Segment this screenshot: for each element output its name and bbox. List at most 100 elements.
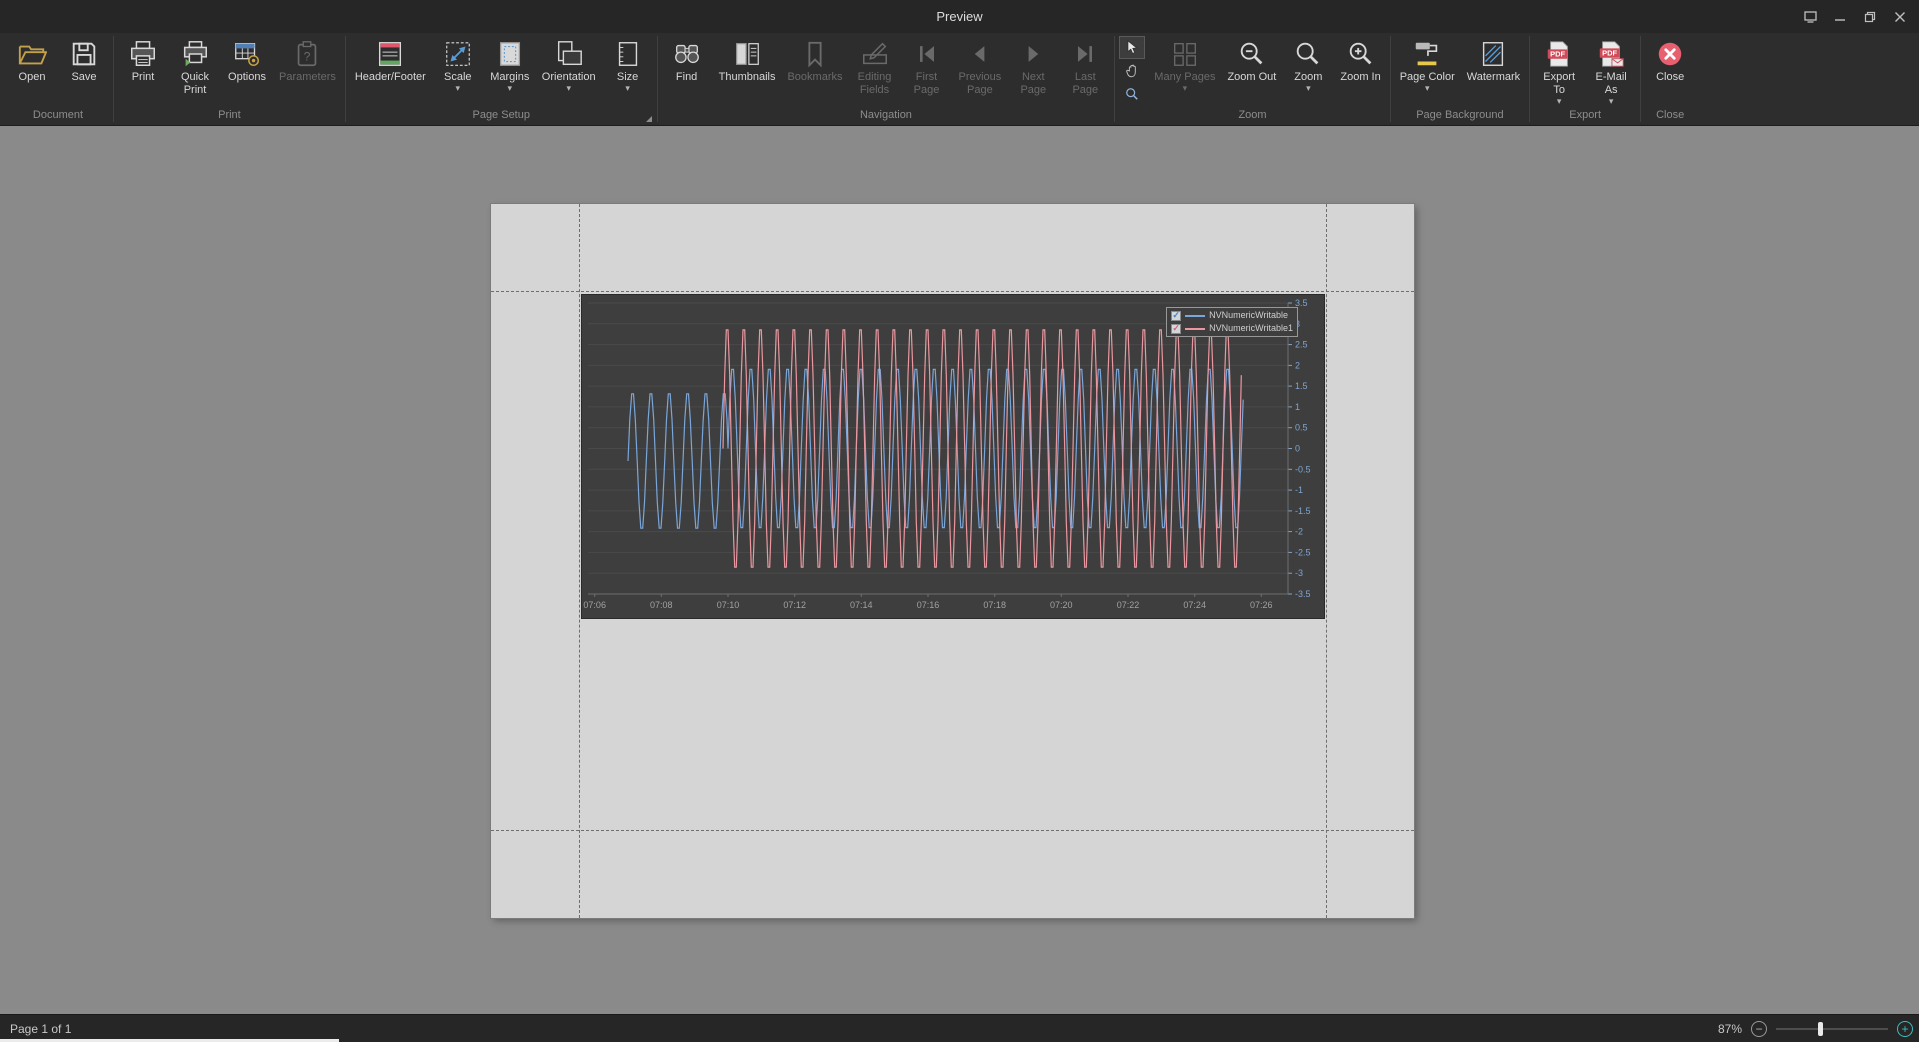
- titlebar: Preview: [0, 0, 1919, 33]
- zoom-out-button[interactable]: Zoom Out: [1221, 35, 1282, 84]
- thumbnails-button[interactable]: Thumbnails: [713, 35, 782, 84]
- ribbon-group-document: Open Save Document: [4, 33, 112, 125]
- page-color-icon: [1412, 37, 1442, 71]
- header-footer-label: Header/Footer: [355, 71, 426, 84]
- next-page-button: Next Page: [1007, 35, 1059, 97]
- zoom-in-button[interactable]: Zoom In: [1334, 35, 1386, 84]
- watermark-label: Watermark: [1467, 71, 1520, 84]
- ribbon-separator: [1390, 36, 1391, 122]
- page-indicator: Page 1 of 1: [0, 1022, 71, 1036]
- magnifier-icon: [1125, 87, 1139, 101]
- ribbon-separator: [657, 36, 658, 122]
- group-label-page-setup: Page Setup: [349, 108, 654, 125]
- hand-tool-button[interactable]: [1119, 59, 1145, 82]
- status-zoom-out-button[interactable]: −: [1751, 1021, 1767, 1037]
- page-color-button[interactable]: Page Color ▾: [1394, 35, 1461, 92]
- parameters-label: Parameters: [279, 71, 336, 84]
- right-margin-guide: [1326, 204, 1327, 918]
- pointer-tool-button[interactable]: [1119, 36, 1145, 59]
- ribbon-group-close: Close Close: [1642, 33, 1698, 125]
- svg-text:1: 1: [1295, 402, 1300, 412]
- svg-text:0: 0: [1295, 444, 1300, 454]
- status-zoom-in-button[interactable]: +: [1897, 1021, 1913, 1037]
- pointer-tools: [1119, 36, 1145, 105]
- print-label: Print: [132, 71, 155, 84]
- svg-text:07:06: 07:06: [583, 600, 606, 610]
- magnifier-tool-button[interactable]: [1119, 82, 1145, 105]
- find-icon: [672, 37, 702, 71]
- previous-page-label: Previous Page: [959, 71, 1002, 97]
- size-icon: [613, 37, 643, 71]
- options-button[interactable]: Options: [221, 35, 273, 84]
- email-as-label: E-Mail As: [1596, 71, 1627, 97]
- legend-checkbox[interactable]: ✓: [1171, 324, 1181, 334]
- left-margin-guide: [579, 204, 580, 918]
- document-page: 3.532.521.510.50-0.5-1-1.5-2-2.5-3-3.507…: [491, 204, 1414, 918]
- previous-page-button: Previous Page: [953, 35, 1008, 97]
- group-label-zoom: Zoom: [1118, 108, 1386, 125]
- zoom-icon: [1293, 37, 1323, 71]
- margins-icon: [495, 37, 525, 71]
- options-label: Options: [228, 71, 266, 84]
- legend-checkbox[interactable]: ✓: [1171, 311, 1181, 321]
- ribbon-separator: [1529, 36, 1530, 122]
- ribbon-group-zoom: Many Pages ▾ Zoom Out Zoom ▾: [1116, 33, 1388, 125]
- zoom-slider-thumb[interactable]: [1818, 1022, 1823, 1036]
- open-button[interactable]: Open: [6, 35, 58, 84]
- zoom-button[interactable]: Zoom ▾: [1282, 35, 1334, 92]
- legend-item[interactable]: ✓ NVNumericWritable: [1171, 310, 1293, 321]
- last-page-label: Last Page: [1072, 71, 1098, 97]
- size-button[interactable]: Size ▾: [602, 35, 654, 92]
- open-label: Open: [19, 71, 46, 84]
- parameters-button: ? Parameters: [273, 35, 342, 84]
- minimize-button[interactable]: [1825, 4, 1855, 30]
- save-icon: [69, 37, 99, 71]
- svg-text:PDF: PDF: [1602, 49, 1617, 58]
- email-as-button[interactable]: PDF E-Mail As ▾: [1585, 35, 1637, 105]
- editing-fields-label: Editing Fields: [858, 71, 892, 97]
- first-page-label: First Page: [914, 71, 940, 97]
- close-preview-button[interactable]: Close: [1644, 35, 1696, 84]
- find-button[interactable]: Find: [661, 35, 713, 84]
- watermark-button[interactable]: Watermark: [1461, 35, 1526, 84]
- svg-text:-2: -2: [1295, 527, 1303, 537]
- margins-button[interactable]: Margins ▾: [484, 35, 536, 92]
- zoom-slider[interactable]: [1776, 1021, 1888, 1037]
- svg-text:07:12: 07:12: [783, 600, 806, 610]
- next-page-icon: [1019, 37, 1047, 71]
- dropdown-arrow-icon: ▾: [1425, 84, 1430, 92]
- page-setup-dialog-launcher[interactable]: [646, 116, 652, 122]
- fullscreen-icon[interactable]: [1795, 4, 1825, 30]
- export-to-button[interactable]: PDF Export To ▾: [1533, 35, 1585, 105]
- group-label-page-setup-text: Page Setup: [472, 109, 530, 121]
- email-pdf-icon: PDF: [1596, 37, 1626, 71]
- group-label-export: Export: [1533, 108, 1637, 125]
- scale-button[interactable]: Scale ▾: [432, 35, 484, 92]
- dropdown-arrow-icon: ▾: [508, 84, 513, 92]
- close-icon: [1655, 37, 1685, 71]
- maximize-button[interactable]: [1855, 4, 1885, 30]
- svg-text:-1: -1: [1295, 485, 1303, 495]
- bookmarks-label: Bookmarks: [787, 71, 842, 84]
- quick-print-button[interactable]: Quick Print: [169, 35, 221, 97]
- ribbon-group-print: Print Quick Print Options ?: [115, 33, 344, 125]
- svg-text:07:14: 07:14: [850, 600, 873, 610]
- watermark-icon: [1478, 37, 1508, 71]
- top-margin-guide: [491, 291, 1414, 292]
- editing-fields-icon: [860, 37, 890, 71]
- export-to-label: Export To: [1543, 71, 1575, 97]
- legend-item[interactable]: ✓ NVNumericWritable1: [1171, 323, 1293, 334]
- pointer-icon: [1126, 40, 1139, 55]
- dropdown-arrow-icon: ▾: [1609, 97, 1614, 105]
- save-button[interactable]: Save: [58, 35, 110, 84]
- dropdown-arrow-icon: ▾: [625, 84, 630, 92]
- window-close-button[interactable]: [1885, 4, 1915, 30]
- chart-plot-area: 3.532.521.510.50-0.5-1-1.5-2-2.5-3-3.507…: [582, 295, 1324, 618]
- preview-canvas[interactable]: 3.532.521.510.50-0.5-1-1.5-2-2.5-3-3.507…: [0, 126, 1919, 1015]
- header-footer-button[interactable]: Header/Footer: [349, 35, 432, 84]
- orientation-button[interactable]: Orientation ▾: [536, 35, 602, 92]
- first-page-icon: [913, 37, 941, 71]
- ribbon-group-export: PDF Export To ▾ PDF E-Mail As ▾ Export: [1531, 33, 1639, 125]
- bookmarks-button: Bookmarks: [781, 35, 848, 84]
- print-button[interactable]: Print: [117, 35, 169, 84]
